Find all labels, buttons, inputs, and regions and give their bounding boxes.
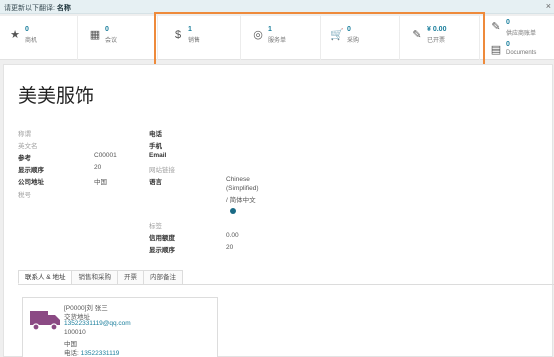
partner-name[interactable]: 美美服饰: [18, 81, 94, 108]
stat-value: 0: [105, 26, 109, 33]
close-icon[interactable]: ×: [546, 1, 551, 11]
truck-icon: [30, 311, 60, 331]
star-icon: ★: [10, 29, 20, 41]
stat-value: 0: [25, 26, 29, 33]
stat-label: Documents: [506, 50, 537, 56]
display-sequence-label: 显示顺序: [149, 247, 175, 254]
language-value-line2[interactable]: (Simplified): [226, 185, 259, 192]
stat-button-documents[interactable]: ▤ 0 Documents: [481, 38, 554, 60]
mobile-label: 手机: [149, 143, 162, 150]
language-value-line1[interactable]: Chinese: [226, 176, 250, 183]
globe-icon[interactable]: [230, 208, 236, 214]
stat-label: 供应商账单: [506, 31, 537, 37]
tab-contacts-addresses[interactable]: 联系人 & 地址: [18, 270, 73, 284]
company-address-label: 公司地址: [18, 179, 44, 186]
tax-id-label: 税号: [18, 192, 31, 199]
credit-limit-value[interactable]: 0.00: [226, 232, 239, 239]
contact-phone-label: 电话:: [64, 350, 79, 357]
stat-value: 0: [506, 41, 510, 48]
tab-divider: [18, 284, 554, 285]
translation-field-link[interactable]: 名称: [57, 5, 71, 12]
highlight-annotation-box: [154, 12, 485, 70]
calendar-icon: ▦: [89, 29, 101, 41]
contact-email-link[interactable]: 13522331119@qq.com: [64, 320, 131, 327]
tab-invoicing[interactable]: 开票: [116, 270, 144, 284]
country-value[interactable]: 中国: [94, 176, 107, 186]
translation-notice: 请更新以下翻译: 名称: [4, 3, 71, 13]
website-label: 网站链接: [149, 167, 175, 174]
stat-label: 商机: [25, 38, 38, 44]
stat-button-vendor-bills[interactable]: ✎ 0 供应商账单: [481, 16, 554, 38]
edit-icon: ✎: [491, 21, 501, 33]
stat-label: 会议: [105, 38, 118, 44]
contact-card[interactable]: [P0000]刘 张三 交货地址 13522331119@qq.com 1000…: [22, 297, 218, 357]
email-label: Email: [149, 152, 167, 159]
display-sequence-value[interactable]: 20: [226, 244, 233, 251]
sequence-label: 显示顺序: [18, 167, 44, 174]
phone-label: 电话: [149, 131, 162, 138]
stat-button-opportunities[interactable]: ★ 0 商机: [0, 16, 78, 60]
tab-sales-purchases[interactable]: 销售和采购: [71, 270, 118, 284]
document-icon: ▤: [490, 44, 502, 56]
stat-button-meetings[interactable]: ▦ 0 会议: [80, 16, 158, 60]
credit-limit-label: 信用额度: [149, 235, 175, 242]
sequence-value[interactable]: 20: [94, 164, 101, 171]
language-value-line3[interactable]: / 简体中文: [226, 194, 256, 204]
language-label: 语言: [149, 179, 162, 186]
reference-value[interactable]: C00001: [94, 152, 117, 159]
contact-zip: 100010: [64, 329, 86, 336]
contact-phone: 电话: 13522331119: [64, 347, 119, 357]
contact-phone-link[interactable]: 13522331119: [81, 350, 120, 357]
tab-internal-notes[interactable]: 内部备注: [142, 270, 183, 284]
partner-form-sheet: 美美服饰 称谓 英文名 参考 C00001 显示顺序 20 公司地址 中国 税号…: [3, 64, 554, 357]
notebook-tabs: 联系人 & 地址 销售和采购 开票 内部备注: [18, 270, 183, 284]
title-label: 称谓: [18, 131, 31, 138]
reference-label: 参考: [18, 155, 31, 162]
stat-value: 0: [506, 19, 510, 26]
tags-label: 标签: [149, 223, 162, 230]
translation-notice-text: 请更新以下翻译:: [4, 5, 55, 12]
english-name-label: 英文名: [18, 143, 38, 150]
